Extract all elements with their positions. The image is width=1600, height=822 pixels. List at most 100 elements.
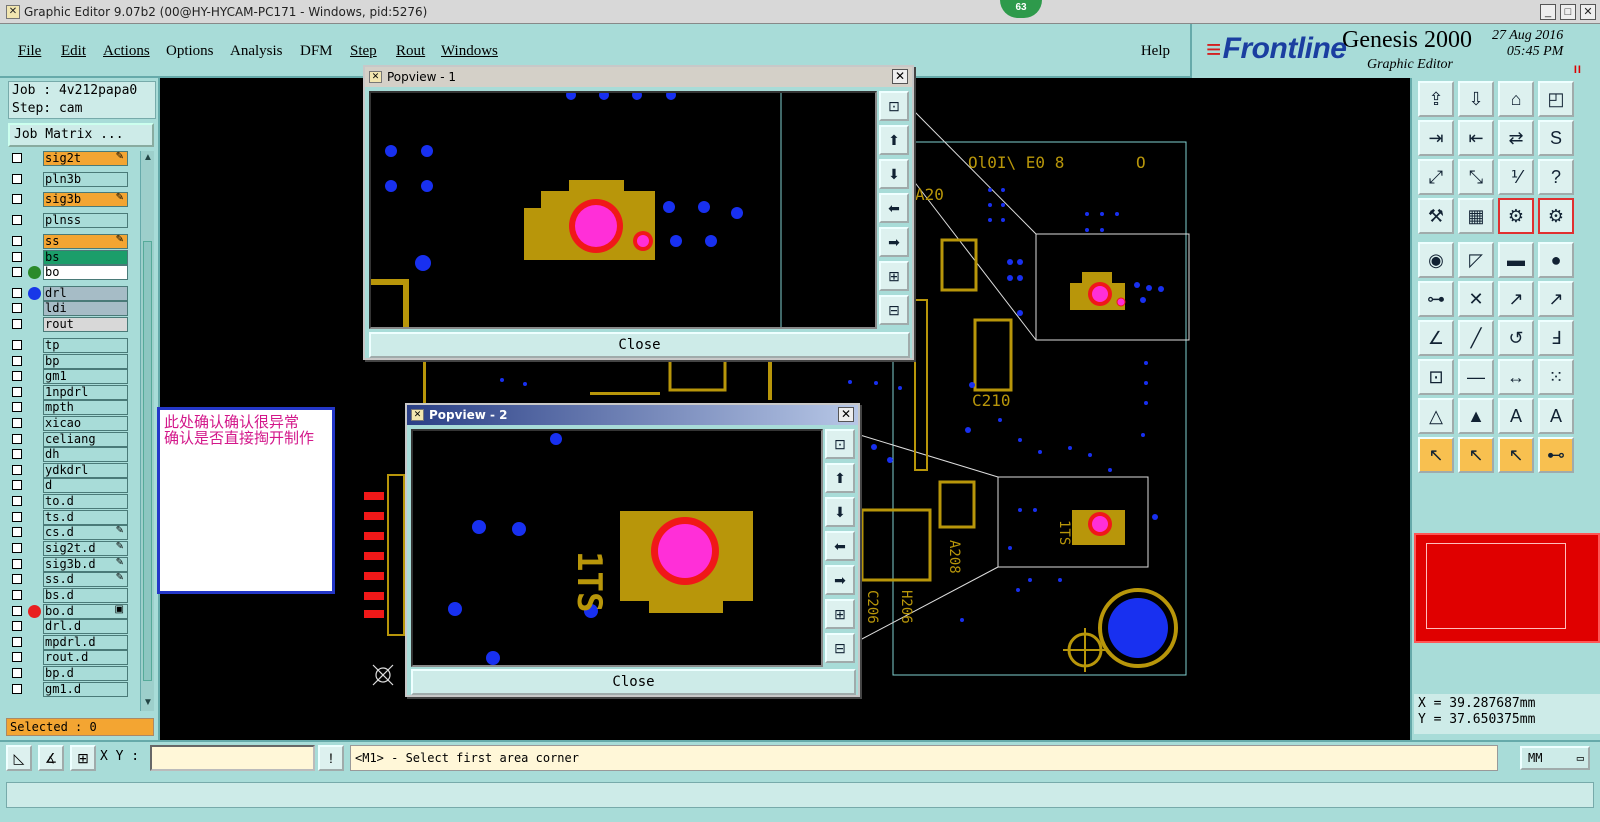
layer-name[interactable]: bs bbox=[43, 250, 128, 265]
save-icon[interactable]: ⇩ bbox=[1458, 81, 1494, 117]
layer-checkbox[interactable] bbox=[12, 215, 22, 225]
layer-checkbox[interactable] bbox=[12, 236, 22, 246]
scroll-thumb[interactable] bbox=[143, 241, 152, 681]
layer-checkbox[interactable] bbox=[12, 480, 22, 490]
select-pointer-icon[interactable]: ↖ bbox=[1418, 437, 1454, 473]
layer-checkbox[interactable] bbox=[12, 252, 22, 262]
layer-checkbox[interactable] bbox=[12, 387, 22, 397]
layer-name[interactable]: to.d bbox=[43, 494, 128, 509]
pad-move-icon[interactable]: ⊡ bbox=[1418, 359, 1454, 395]
layer-row-plnss[interactable]: plnss bbox=[8, 213, 128, 228]
layer-name[interactable]: plnss bbox=[43, 213, 128, 228]
move-alt-icon[interactable]: ↗ bbox=[1538, 281, 1574, 317]
layer-checkbox[interactable] bbox=[12, 559, 22, 569]
layer-row-sig3b[interactable]: sig3b ✎ bbox=[8, 192, 128, 207]
layer-name[interactable]: bp bbox=[43, 354, 128, 369]
pan-down-icon[interactable]: ⬇ bbox=[825, 497, 855, 527]
layer-checkbox[interactable] bbox=[12, 194, 22, 204]
swap-icon[interactable]: ⇄ bbox=[1498, 120, 1534, 156]
layer-checkbox[interactable] bbox=[12, 527, 22, 537]
snap-blue-icon[interactable]: ⚙ bbox=[1538, 198, 1574, 234]
layer-scrollbar[interactable]: ▲ ▼ bbox=[140, 151, 154, 711]
layer-name[interactable]: celiang bbox=[43, 432, 128, 447]
layer-checkbox[interactable] bbox=[12, 267, 22, 277]
snap-corner-icon[interactable]: ◺ bbox=[6, 745, 32, 771]
layer-checkbox[interactable] bbox=[12, 340, 22, 350]
layer-row-sig2t[interactable]: sig2t ✎ bbox=[8, 151, 128, 166]
layer-checkbox[interactable] bbox=[12, 434, 22, 444]
menu-rout[interactable]: Rout bbox=[396, 43, 425, 60]
layer-checkbox[interactable] bbox=[12, 590, 22, 600]
triangle-icon[interactable]: △ bbox=[1418, 398, 1454, 434]
window-icon[interactable]: ◰ bbox=[1538, 81, 1574, 117]
layer-name[interactable]: 1npdrl bbox=[43, 385, 128, 400]
circle-icon[interactable]: ● bbox=[1538, 242, 1574, 278]
pan-up-icon[interactable]: ⬆ bbox=[825, 463, 855, 493]
zoom-out-icon[interactable]: ⊟ bbox=[825, 633, 855, 663]
menu-file[interactable]: File bbox=[18, 43, 41, 60]
layer-checkbox[interactable] bbox=[12, 574, 22, 584]
layer-name[interactable]: rout.d bbox=[43, 650, 128, 665]
layer-name[interactable]: ydkdrl bbox=[43, 463, 128, 478]
mini-map[interactable] bbox=[1414, 533, 1600, 643]
pan-right-icon[interactable]: ➡ bbox=[825, 565, 855, 595]
layer-display-dot[interactable] bbox=[28, 605, 41, 618]
question-icon[interactable]: ? bbox=[1538, 159, 1574, 195]
layer-checkbox[interactable] bbox=[12, 174, 22, 184]
layer-checkbox[interactable] bbox=[12, 621, 22, 631]
layer-row-drl-d[interactable]: drl.d bbox=[8, 619, 128, 634]
tool-icon[interactable]: ⚒ bbox=[1418, 198, 1454, 234]
layer-row-ldi[interactable]: ldi bbox=[8, 301, 128, 316]
pause-icon[interactable]: II bbox=[1574, 64, 1582, 76]
layer-checkbox[interactable] bbox=[12, 637, 22, 647]
popview-1-title[interactable]: ✕ Popview - 1 bbox=[365, 67, 912, 87]
layer-checkbox[interactable] bbox=[12, 465, 22, 475]
layer-row-sig3b-d[interactable]: sig3b.d ✎ bbox=[8, 557, 128, 572]
ff-icon[interactable]: Ⅎ bbox=[1538, 320, 1574, 356]
layer-row-bs-d[interactable]: bs.d bbox=[8, 588, 128, 603]
zoom-fit-icon[interactable]: ⊡ bbox=[879, 91, 909, 121]
zoom-in-icon[interactable]: ⊞ bbox=[879, 261, 909, 291]
layer-row-tp[interactable]: tp bbox=[8, 338, 128, 353]
pan-right-icon[interactable]: ➡ bbox=[879, 227, 909, 257]
layer-row-pln3b[interactable]: pln3b bbox=[8, 172, 128, 187]
layer-row-to-d[interactable]: to.d bbox=[8, 494, 128, 509]
layer-row-drl[interactable]: drl bbox=[8, 286, 128, 301]
layer-name[interactable]: ldi bbox=[43, 301, 128, 316]
layer-name[interactable]: rout bbox=[43, 317, 128, 332]
layer-checkbox[interactable] bbox=[12, 319, 22, 329]
layer-row-bp[interactable]: bp bbox=[8, 354, 128, 369]
layer-row-1npdrl[interactable]: 1npdrl bbox=[8, 385, 128, 400]
layer-row-mpth[interactable]: mpth bbox=[8, 400, 128, 415]
popview-1-close-icon[interactable]: ✕ bbox=[892, 69, 908, 84]
popview-2-title[interactable]: ✕ Popview - 2 bbox=[407, 405, 858, 425]
layer-name[interactable]: bo bbox=[43, 265, 128, 280]
menu-options[interactable]: Options bbox=[166, 43, 214, 60]
unit-selector[interactable]: MM ▭ bbox=[1520, 746, 1590, 770]
layer-row-bo-d[interactable]: bo.d ▣ bbox=[8, 604, 128, 619]
connect-icon[interactable]: ⊶ bbox=[1418, 281, 1454, 317]
layer-name[interactable]: tp bbox=[43, 338, 128, 353]
a-line-icon[interactable]: A bbox=[1538, 398, 1574, 434]
export-icon[interactable]: ⇤ bbox=[1458, 120, 1494, 156]
layer-checkbox[interactable] bbox=[12, 449, 22, 459]
layer-row-rout-d[interactable]: rout.d bbox=[8, 650, 128, 665]
snap-grid-icon[interactable]: ⊞ bbox=[70, 745, 96, 771]
layer-display-dot[interactable] bbox=[28, 287, 41, 300]
open-job-icon[interactable]: ⇪ bbox=[1418, 81, 1454, 117]
s-curve-icon[interactable]: S bbox=[1538, 120, 1574, 156]
layer-row-mpdrl-d[interactable]: mpdrl.d bbox=[8, 635, 128, 650]
popview-1-view[interactable] bbox=[369, 91, 877, 329]
layer-checkbox[interactable] bbox=[12, 418, 22, 428]
layer-checkbox[interactable] bbox=[12, 652, 22, 662]
pan-left-icon[interactable]: ⬅ bbox=[825, 531, 855, 561]
layer-name[interactable]: drl bbox=[43, 286, 128, 301]
pads-icon[interactable]: ⁙ bbox=[1538, 359, 1574, 395]
pad-select-icon[interactable]: ◉ bbox=[1418, 242, 1454, 278]
layer-checkbox[interactable] bbox=[12, 668, 22, 678]
popview-2-close-button[interactable]: Close bbox=[411, 669, 856, 695]
pan-down-icon[interactable]: ⬇ bbox=[879, 159, 909, 189]
layer-checkbox[interactable] bbox=[12, 512, 22, 522]
layer-checkbox[interactable] bbox=[12, 402, 22, 412]
popview-1-close-button[interactable]: Close bbox=[369, 332, 910, 358]
